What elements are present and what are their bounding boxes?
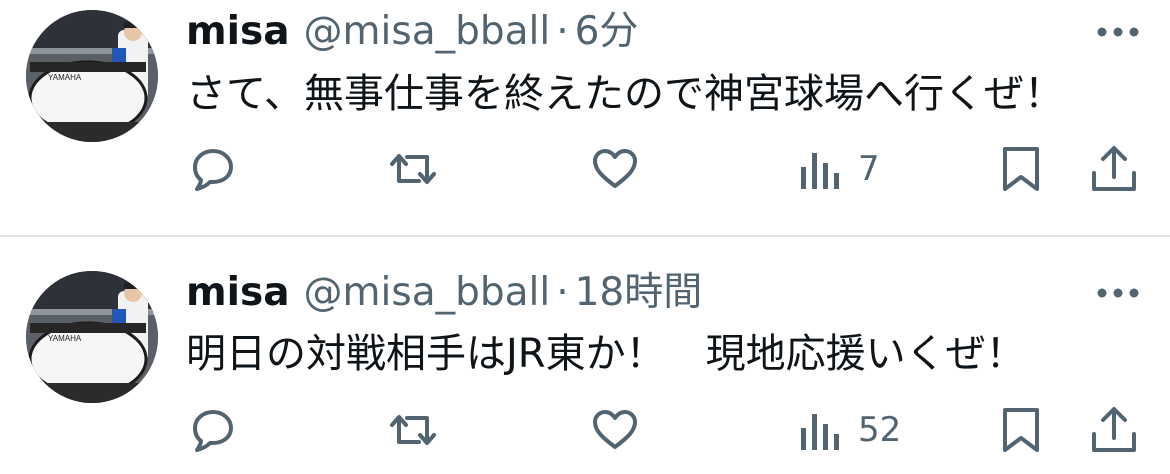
tweet[interactable]: YAMAHA misa @misa_bball · 6分 さて、無事仕事を終えたので神… [0, 0, 1170, 236]
views-count: 52 [858, 410, 902, 450]
tweet-text: さて、無事仕事を終えたので神宮球場へ行くぜ！ [186, 71, 1064, 117]
retweet-icon[interactable] [389, 406, 437, 454]
share-icon[interactable] [1090, 406, 1138, 454]
more-icon[interactable] [1096, 287, 1140, 299]
tweet-header: misa @misa_bball · 18時間 [186, 267, 702, 319]
more-icon[interactable] [1096, 26, 1140, 38]
display-name[interactable]: misa [186, 270, 290, 315]
bookmark-icon[interactable] [997, 145, 1045, 193]
avatar-image: YAMAHA [26, 271, 158, 403]
like-icon[interactable] [591, 145, 639, 193]
avatar-drum-label: YAMAHA [48, 73, 82, 82]
tweet[interactable]: YAMAHA misa @misa_bball · 18時間 明日の対戦相手はJR東か… [0, 237, 1170, 473]
timestamp[interactable]: 6分 [575, 9, 639, 54]
bookmark-icon[interactable] [997, 406, 1045, 454]
views-count: 7 [858, 149, 880, 189]
avatar[interactable]: YAMAHA [26, 271, 158, 403]
separator-dot: · [556, 9, 569, 54]
user-handle[interactable]: @misa_bball [304, 9, 551, 54]
separator-dot: · [556, 270, 569, 315]
timeline-feed: YAMAHA misa @misa_bball · 6分 さて、無事仕事を終えたので神… [0, 0, 1170, 474]
views-icon[interactable] [795, 145, 843, 193]
avatar-image: YAMAHA [26, 10, 158, 142]
share-icon[interactable] [1090, 145, 1138, 193]
display-name[interactable]: misa [186, 9, 290, 54]
like-icon[interactable] [591, 406, 639, 454]
avatar-drum-label: YAMAHA [48, 334, 82, 343]
avatar[interactable]: YAMAHA [26, 10, 158, 142]
user-handle[interactable]: @misa_bball [304, 270, 551, 315]
reply-icon[interactable] [189, 406, 237, 454]
reply-icon[interactable] [189, 145, 237, 193]
timestamp[interactable]: 18時間 [575, 270, 703, 315]
views-icon[interactable] [795, 406, 843, 454]
tweet-header: misa @misa_bball · 6分 [186, 6, 638, 58]
retweet-icon[interactable] [389, 145, 437, 193]
tweet-text: 明日の対戦相手はJR東か！ 現地応援いくぜ！ [186, 331, 1026, 377]
